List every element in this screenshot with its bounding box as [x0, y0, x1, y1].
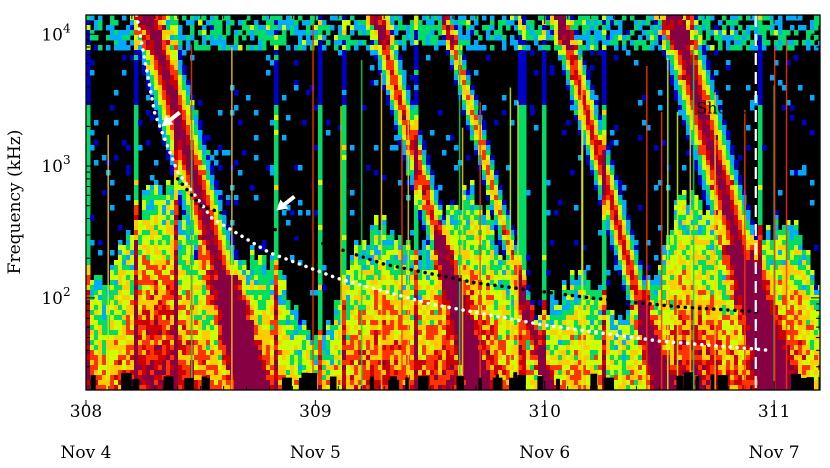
- x-tick-label-1: 308: [70, 402, 102, 422]
- x-tick-label-3: 310: [529, 402, 561, 422]
- x-date-label-2: Nov 5: [290, 443, 341, 463]
- x-date-label-1: Nov 4: [61, 443, 112, 463]
- y-tick-label-1: 102: [41, 285, 70, 309]
- x-date-label-4: Nov 7: [749, 443, 800, 463]
- y-tick-label-3: 104: [41, 21, 71, 45]
- y-axis-label: Frequency (kHz): [5, 130, 25, 275]
- y-tick-label-2: 103: [41, 153, 70, 177]
- shock-label: Shock: [696, 99, 746, 118]
- x-tick-label-4: 311: [758, 402, 790, 422]
- spectrogram-chart: Shock 308 Nov 4 309 Nov 5 310 Nov 6 311 Nov 7 10…: [5, 14, 821, 463]
- x-tick-label-2: 309: [299, 402, 331, 422]
- x-date-label-3: Nov 6: [519, 443, 570, 463]
